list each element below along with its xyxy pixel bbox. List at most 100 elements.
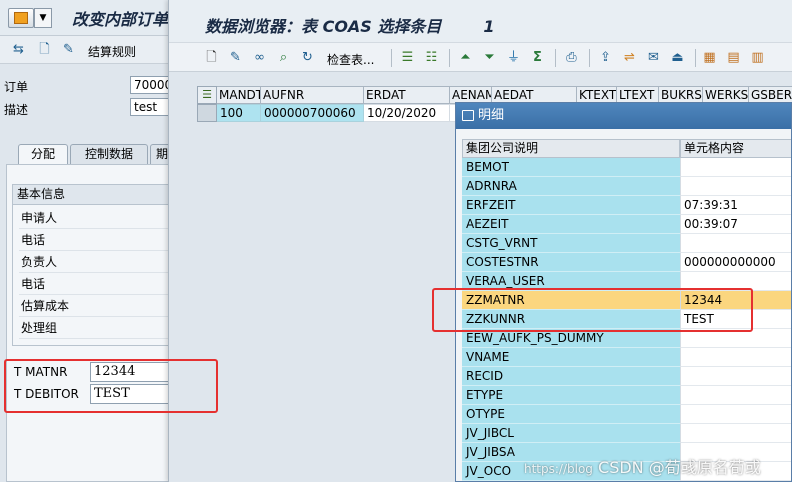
detail-row-value[interactable]: [680, 234, 791, 253]
detail-row-name[interactable]: ERFZEIT: [462, 196, 680, 215]
sap-menu-icon: [14, 12, 28, 24]
description-label: 描述: [4, 103, 29, 117]
detail-row-value[interactable]: [680, 158, 791, 177]
cell-mandt[interactable]: 100: [217, 104, 261, 122]
send-icon[interactable]: ✉: [645, 49, 662, 66]
refresh-icon[interactable]: ↻: [299, 49, 316, 66]
detail-popup: 明细 集团公司说明 单元格内容 BEMOT ADRNRA ERFZEIT 07:39:…: [455, 102, 792, 482]
select-all-icon[interactable]: ☰: [197, 86, 217, 104]
detail-row-name[interactable]: ADRNRA: [462, 177, 680, 196]
basic-info-group: 基本信息 申请人 电话 负责人 电话 估算成本 处理组: [12, 184, 174, 346]
detail-row-name[interactable]: ZZKUNNR: [462, 310, 680, 329]
grid-icon[interactable]: ▦: [701, 49, 718, 66]
select-icon[interactable]: ☰: [399, 49, 416, 66]
detail-row-value[interactable]: [680, 272, 791, 291]
toolbar-separator: [695, 49, 696, 67]
toolbar-separator: [589, 49, 590, 67]
column-header-aufnr[interactable]: AUFNR: [261, 86, 364, 104]
detail-row-value[interactable]: 00:39:07: [680, 215, 791, 234]
phone-label: 电话: [19, 229, 169, 251]
detail-row-name[interactable]: ETYPE: [462, 386, 680, 405]
detail-row-name[interactable]: EEW_AUFK_PS_DUMMY: [462, 329, 680, 348]
search-icon[interactable]: ⌕: [275, 49, 292, 66]
graphic-icon[interactable]: ⏏: [669, 49, 686, 66]
glasses-icon[interactable]: ∞: [251, 49, 268, 66]
detail-row-name[interactable]: BEMOT: [462, 158, 680, 177]
window-icon: [462, 110, 474, 121]
filter-icon[interactable]: ⏚: [505, 49, 522, 66]
column-header-description[interactable]: 集团公司说明: [462, 139, 680, 158]
detail-row-value[interactable]: TEST: [680, 310, 791, 329]
toolbar-separator: [555, 49, 556, 67]
column-header-cell-content[interactable]: 单元格内容: [680, 139, 791, 158]
sort-icon[interactable]: ⏷: [481, 49, 498, 66]
document-icon[interactable]: 🗋: [203, 49, 220, 66]
t-debitor-label: T DEBITOR: [14, 387, 79, 401]
estimated-cost-label: 估算成本: [19, 295, 169, 317]
group-title: 基本信息: [13, 185, 173, 205]
deselect-icon[interactable]: ☷: [423, 49, 440, 66]
detail-row-name[interactable]: ZZMATNR: [462, 291, 680, 310]
entry-count: 1: [483, 17, 495, 36]
detail-row-value[interactable]: 07:39:31: [680, 196, 791, 215]
detail-row-name[interactable]: JV_JIBCL: [462, 424, 680, 443]
processing-group-label: 处理组: [19, 317, 169, 339]
applicant-label: 申请人: [19, 207, 169, 229]
layout-icon[interactable]: ⇌: [621, 49, 638, 66]
cell-aufnr[interactable]: 000000700060: [261, 104, 364, 122]
toolbar-separator: [391, 49, 392, 67]
phone-label-2: 电话: [19, 273, 169, 295]
sum-icon[interactable]: Σ: [529, 49, 546, 66]
column-header-mandt[interactable]: MANDT: [217, 86, 261, 104]
edit-icon[interactable]: ✎: [60, 41, 77, 58]
detail-row-value[interactable]: [680, 329, 791, 348]
back-window-title: 改变内部订单: [72, 10, 169, 29]
detail-row-name[interactable]: OTYPE: [462, 405, 680, 424]
column-icon[interactable]: ▥: [749, 49, 766, 66]
t-matnr-label: T MATNR: [14, 365, 68, 379]
row-selector[interactable]: [197, 104, 217, 122]
sap-menu-dropdown[interactable]: ▼: [34, 8, 52, 28]
t-matnr-field[interactable]: 12344: [90, 362, 174, 382]
tab-assignment[interactable]: 分配: [18, 144, 68, 164]
settlement-rule-button[interactable]: 结算规则: [88, 43, 136, 60]
detail-row-value[interactable]: 000000000000: [680, 253, 791, 272]
detail-row-name[interactable]: VERAA_USER: [462, 272, 680, 291]
person-responsible-label: 负责人: [19, 251, 169, 273]
detail-row-value[interactable]: [680, 348, 791, 367]
detail-row-value[interactable]: [680, 424, 791, 443]
browser-title-bar: 数据浏览器：表 COAS 选择条目 1: [169, 0, 792, 42]
detail-row-name[interactable]: AEZEIT: [462, 215, 680, 234]
detail-row-value[interactable]: [680, 405, 791, 424]
detail-title: 明细: [478, 108, 505, 123]
t-debitor-field[interactable]: TEST: [90, 384, 174, 404]
watermark-url: https://blog: [524, 462, 593, 476]
watermark-text: CSDN @荀彧原名荀或: [598, 458, 761, 477]
cell-erdat[interactable]: 10/20/2020: [364, 104, 450, 122]
print-icon[interactable]: ⎙: [563, 49, 580, 66]
detail-row-value[interactable]: [680, 177, 791, 196]
column-header-erdat[interactable]: ERDAT: [364, 86, 450, 104]
sap-menu-button[interactable]: [8, 8, 34, 28]
detail-row-name[interactable]: VNAME: [462, 348, 680, 367]
execute-icon[interactable]: ⇆: [10, 41, 27, 58]
detail-row-name[interactable]: COSTESTNR: [462, 253, 680, 272]
check-table-button[interactable]: 检查表...: [327, 51, 374, 68]
browser-toolbar: 🗋 ✎ ∞ ⌕ ↻ 检查表... ☰ ☷ ⏶ ⏷ ⏚ Σ ⎙ ⇪ ⇌ ✉ ⏏ ▦…: [169, 42, 792, 72]
tab-control-data[interactable]: 控制数据: [70, 144, 148, 164]
detail-body: 集团公司说明 单元格内容 BEMOT ADRNRA ERFZEIT 07:39:31 A…: [456, 129, 791, 481]
order-label: 订单: [4, 80, 29, 94]
detail-row-value[interactable]: [680, 386, 791, 405]
browser-title: 数据浏览器：表 COAS 选择条目 1: [205, 13, 495, 37]
detail-row-value[interactable]: [680, 367, 791, 386]
csdn-watermark: https://blog CSDN @荀彧原名荀或: [524, 454, 761, 478]
export-icon[interactable]: ⇪: [597, 49, 614, 66]
detail-icon[interactable]: ▤: [725, 49, 742, 66]
browser-title-text: 数据浏览器：表 COAS 选择条目: [205, 17, 442, 36]
sort-ascending-icon[interactable]: ⏶: [457, 49, 474, 66]
pencil-icon[interactable]: ✎: [227, 49, 244, 66]
detail-row-value[interactable]: 12344: [680, 291, 791, 310]
detail-row-name[interactable]: RECID: [462, 367, 680, 386]
detail-row-name[interactable]: CSTG_VRNT: [462, 234, 680, 253]
document-icon[interactable]: 🗋: [36, 41, 53, 58]
